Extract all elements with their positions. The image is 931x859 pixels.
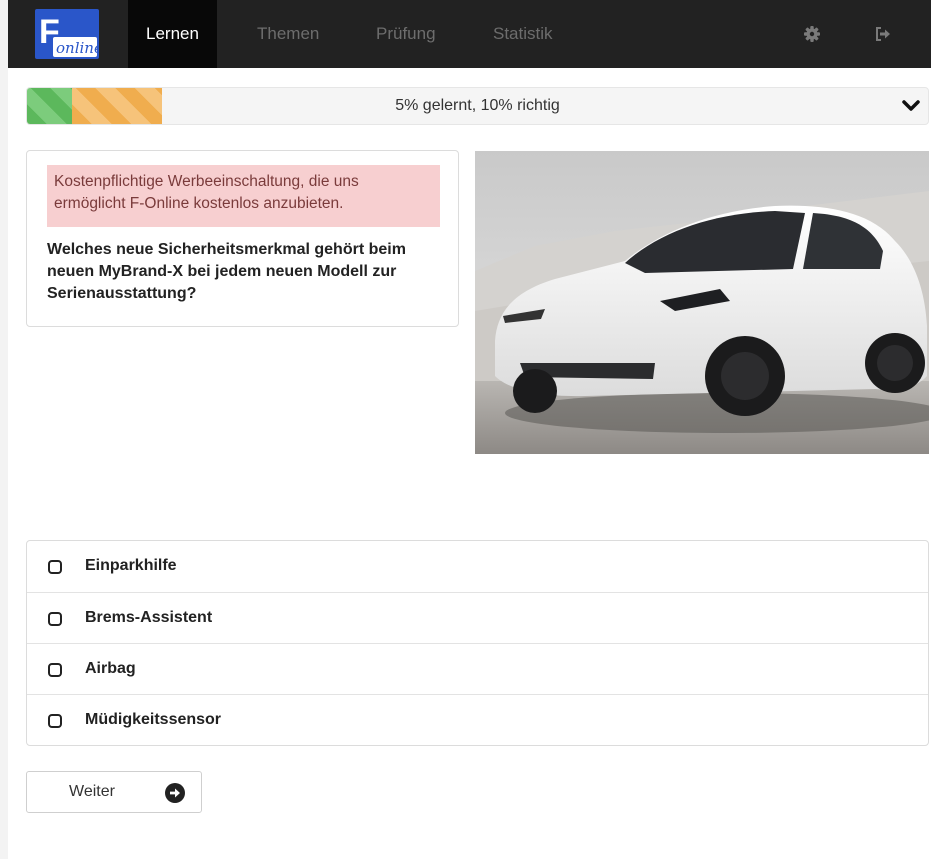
ad-notice: Kostenpflichtige Werbeeinschaltung, die … (47, 165, 440, 227)
nav-tab-label: Lernen (146, 24, 199, 43)
checkbox[interactable] (48, 714, 62, 728)
answer-label: Airbag (85, 660, 136, 677)
nav-tab-label: Themen (257, 24, 320, 43)
question-text: Welches neue Sicherheitsmerkmal gehört b… (47, 241, 406, 302)
progress-text: 5% gelernt, 10% richtig (395, 97, 560, 114)
navbar: F online Lernen Themen Prüfung Statistik (8, 0, 931, 68)
nav-tab-pruefung[interactable]: Prüfung (358, 0, 454, 68)
answer-list: Einparkhilfe Brems-Assistent Airbag Müdi… (26, 540, 929, 746)
nav-tab-statistik[interactable]: Statistik (475, 0, 571, 68)
learning-progress-bar[interactable]: 5% gelernt, 10% richtig (26, 87, 929, 125)
question-card: Kostenpflichtige Werbeeinschaltung, die … (26, 150, 459, 327)
chevron-down-icon[interactable] (902, 99, 920, 113)
arrow-circle-right-icon (165, 783, 185, 803)
nav-tab-label: Prüfung (376, 24, 436, 43)
checkbox[interactable] (48, 663, 62, 677)
answer-label: Brems-Assistent (85, 609, 213, 626)
f-online-logo[interactable]: F online (35, 9, 103, 59)
answer-option[interactable]: Airbag (27, 643, 928, 694)
next-button[interactable]: Weiter (26, 771, 202, 813)
answer-option[interactable]: Müdigkeitssensor (27, 694, 928, 745)
car-image (475, 151, 929, 454)
checkbox[interactable] (48, 612, 62, 626)
left-strip (0, 0, 8, 859)
answer-option[interactable]: Brems-Assistent (27, 592, 928, 643)
sign-out-icon[interactable] (873, 24, 893, 44)
answer-label: Einparkhilfe (85, 557, 177, 574)
answer-label: Müdigkeitssensor (85, 711, 222, 728)
gear-icon[interactable] (802, 24, 822, 44)
nav-tab-label: Statistik (493, 24, 553, 43)
nav-tab-themen[interactable]: Themen (239, 0, 337, 68)
logo-text: online (56, 39, 99, 57)
nav-tab-lernen[interactable]: Lernen (128, 0, 217, 68)
answer-option[interactable]: Einparkhilfe (27, 541, 928, 592)
next-button-label: Weiter (69, 783, 115, 800)
checkbox[interactable] (48, 560, 62, 574)
